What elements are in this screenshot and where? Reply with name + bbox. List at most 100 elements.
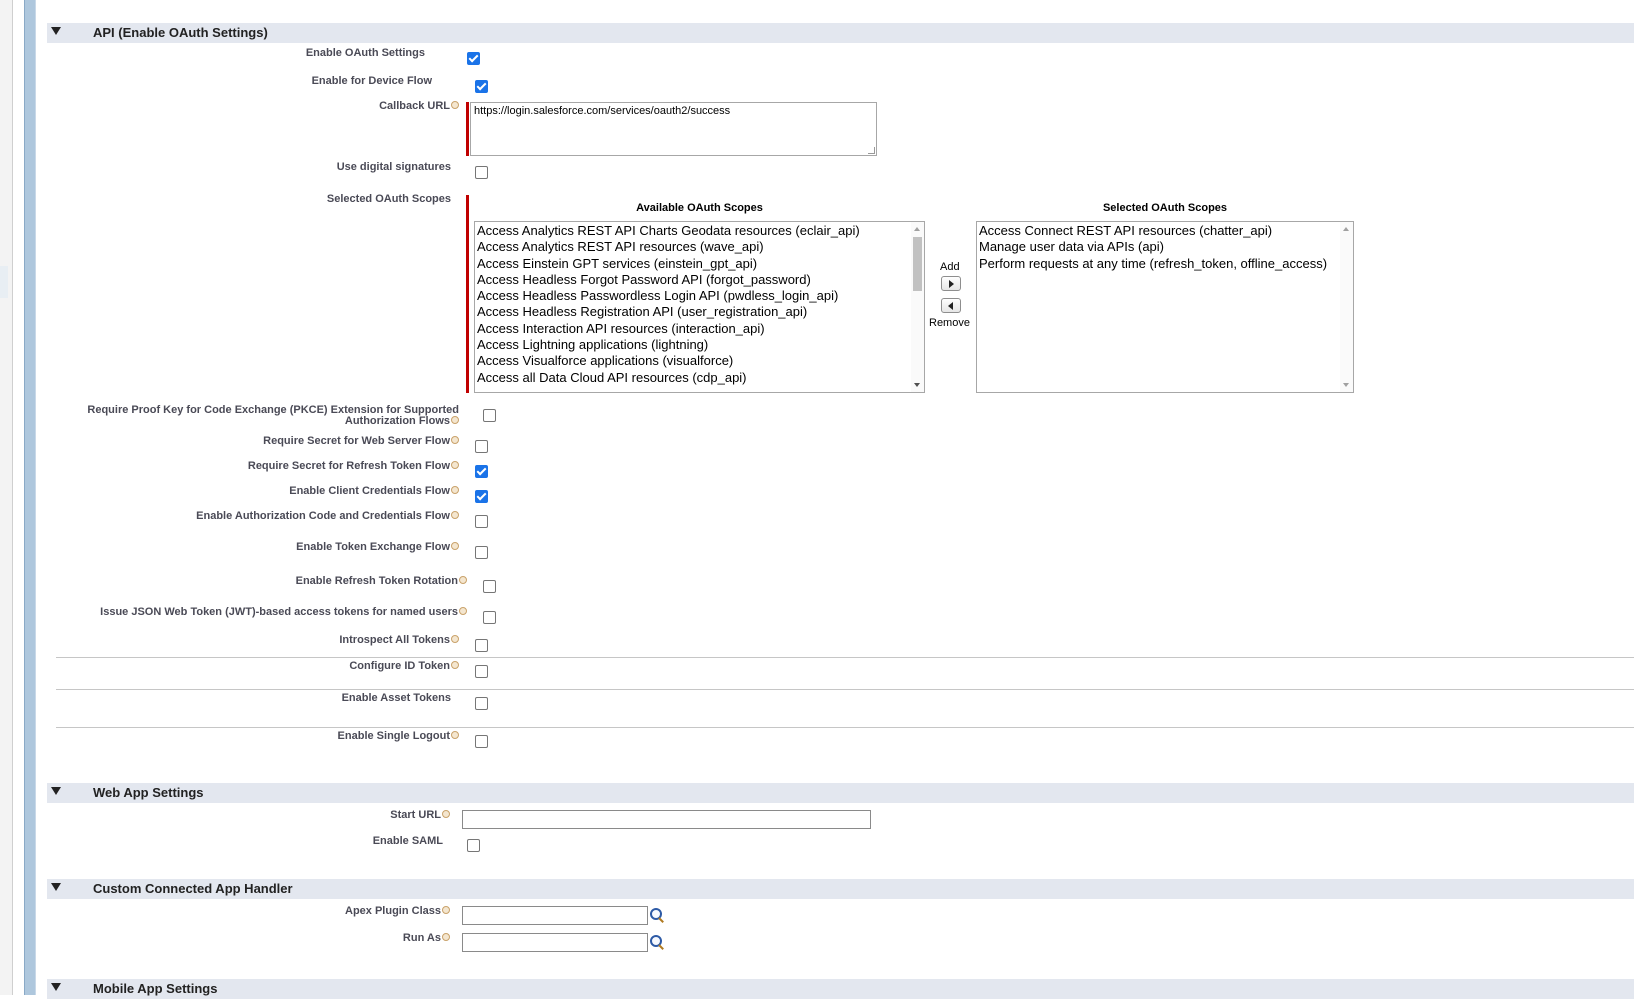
start-url-label: Start URL	[390, 810, 450, 821]
list-item[interactable]: Manage user data via APIs (api)	[977, 239, 1353, 255]
collapse-triangle-icon[interactable]	[51, 27, 61, 35]
list-item[interactable]: Access Analytics REST API resources (wav…	[475, 239, 924, 255]
device-flow-checkbox[interactable]	[475, 80, 488, 93]
help-icon[interactable]	[451, 486, 459, 495]
collapse-triangle-icon[interactable]	[51, 883, 61, 891]
help-icon[interactable]	[451, 542, 459, 551]
id-token-checkbox[interactable]	[475, 665, 488, 678]
list-item[interactable]: Access Lightning applications (lightning…	[475, 337, 924, 353]
id-token-label: Configure ID Token	[349, 661, 459, 672]
list-item[interactable]: Access Visualforce applications (visualf…	[475, 353, 924, 369]
enable-oauth-checkbox[interactable]	[467, 52, 480, 65]
help-icon[interactable]	[451, 661, 459, 670]
scroll-thumb[interactable]	[913, 237, 922, 291]
web-app-section-header[interactable]: Web App Settings	[47, 783, 1634, 803]
add-label: Add	[940, 261, 960, 273]
digital-signatures-label: Use digital signatures	[336, 161, 451, 173]
required-indicator	[466, 195, 469, 393]
list-item[interactable]: Access all Data Cloud API resources (cdp…	[475, 370, 924, 386]
help-icon[interactable]	[442, 933, 450, 942]
enable-saml-checkbox[interactable]	[467, 839, 480, 852]
collapse-triangle-icon[interactable]	[51, 983, 61, 991]
introspect-checkbox[interactable]	[475, 639, 488, 652]
help-icon[interactable]	[459, 607, 467, 616]
scroll-down-icon[interactable]	[1343, 383, 1349, 387]
secret-web-server-checkbox[interactable]	[475, 440, 488, 453]
asset-tokens-checkbox[interactable]	[475, 697, 488, 710]
oauth-section-header[interactable]: API (Enable OAuth Settings)	[47, 23, 1634, 43]
listbox-scrollbar[interactable]	[1340, 222, 1353, 392]
list-item[interactable]: Perform requests at any time (refresh_to…	[977, 256, 1353, 272]
device-flow-label: Enable for Device Flow	[311, 75, 432, 87]
selected-scopes-listbox[interactable]: Access Connect REST API resources (chatt…	[976, 221, 1354, 393]
required-indicator	[466, 102, 469, 156]
single-logout-checkbox[interactable]	[475, 735, 488, 748]
list-item[interactable]: Access Interaction API resources (intera…	[475, 321, 924, 337]
help-icon[interactable]	[459, 576, 467, 585]
apex-plugin-input[interactable]	[462, 906, 648, 925]
list-item[interactable]: Access Headless Passwordless Login API (…	[475, 288, 924, 304]
help-icon[interactable]	[451, 511, 459, 520]
help-icon[interactable]	[451, 635, 459, 644]
help-icon[interactable]	[442, 906, 450, 915]
section-title: Web App Settings	[93, 785, 204, 800]
selected-scopes-label: Selected OAuth Scopes	[326, 193, 451, 205]
token-exchange-checkbox[interactable]	[475, 546, 488, 559]
scroll-up-icon[interactable]	[1343, 227, 1349, 231]
pkce-label: Require Proof Key for Code Exchange (PKC…	[87, 404, 459, 427]
jwt-checkbox[interactable]	[483, 611, 496, 624]
remove-scope-button[interactable]	[941, 298, 961, 313]
client-credentials-label: Enable Client Credentials Flow	[289, 486, 459, 497]
help-icon[interactable]	[442, 810, 450, 819]
lookup-icon[interactable]	[649, 907, 665, 923]
list-item[interactable]: Access Connect REST API resources (chatt…	[977, 223, 1353, 239]
list-item[interactable]: Access Einstein GPT services (einstein_g…	[475, 256, 924, 272]
start-url-input[interactable]	[462, 810, 871, 829]
page-left-divider	[12, 0, 13, 995]
run-as-input[interactable]	[462, 933, 648, 952]
secret-refresh-checkbox[interactable]	[475, 465, 488, 478]
divider	[56, 689, 1634, 690]
arrow-right-icon	[949, 280, 954, 288]
list-item[interactable]: Access Headless Forgot Password API (for…	[475, 272, 924, 288]
help-icon[interactable]	[451, 101, 459, 110]
pkce-checkbox[interactable]	[483, 409, 496, 422]
section-title: Mobile App Settings	[93, 981, 218, 996]
collapse-triangle-icon[interactable]	[51, 787, 61, 795]
jwt-label: Issue JSON Web Token (JWT)-based access …	[100, 607, 467, 618]
lookup-icon[interactable]	[649, 934, 665, 950]
mobile-section-header[interactable]: Mobile App Settings	[47, 979, 1634, 999]
remove-label: Remove	[929, 317, 970, 329]
list-item[interactable]: Access Headless Registration API (user_r…	[475, 304, 924, 320]
page-left-accent-bar	[24, 0, 36, 995]
callback-url-textarea[interactable]: https://login.salesforce.com/services/oa…	[470, 102, 877, 156]
auth-code-credentials-label: Enable Authorization Code and Credential…	[196, 511, 459, 522]
handler-section-header[interactable]: Custom Connected App Handler	[47, 879, 1634, 899]
arrow-left-icon	[948, 302, 953, 310]
sidebar-collapse-tab[interactable]	[0, 266, 8, 298]
client-credentials-checkbox[interactable]	[475, 490, 488, 503]
introspect-label: Introspect All Tokens	[339, 635, 459, 646]
list-item[interactable]: Access Analytics REST API Charts Geodata…	[475, 223, 924, 239]
enable-saml-label: Enable SAML	[372, 835, 443, 847]
digital-signatures-checkbox[interactable]	[475, 166, 488, 179]
help-icon[interactable]	[451, 436, 459, 445]
scroll-up-icon[interactable]	[914, 227, 920, 231]
apex-plugin-label: Apex Plugin Class	[345, 906, 450, 917]
listbox-scrollbar[interactable]	[911, 222, 924, 392]
enable-oauth-label: Enable OAuth Settings	[305, 47, 425, 59]
help-icon[interactable]	[451, 416, 459, 425]
selected-scopes-header: Selected OAuth Scopes	[1102, 202, 1228, 214]
refresh-rotation-checkbox[interactable]	[483, 580, 496, 593]
token-exchange-label: Enable Token Exchange Flow	[296, 542, 459, 553]
help-icon[interactable]	[451, 461, 459, 470]
help-icon[interactable]	[451, 731, 459, 740]
resize-grip-icon[interactable]	[868, 147, 875, 154]
auth-code-credentials-checkbox[interactable]	[475, 515, 488, 528]
secret-web-server-label: Require Secret for Web Server Flow	[263, 436, 459, 447]
scroll-down-icon[interactable]	[914, 383, 920, 387]
add-scope-button[interactable]	[941, 276, 961, 291]
callback-url-label: Callback URL	[379, 101, 459, 112]
available-scopes-listbox[interactable]: Access Analytics REST API Charts Geodata…	[474, 221, 925, 393]
run-as-label: Run As	[403, 933, 450, 944]
